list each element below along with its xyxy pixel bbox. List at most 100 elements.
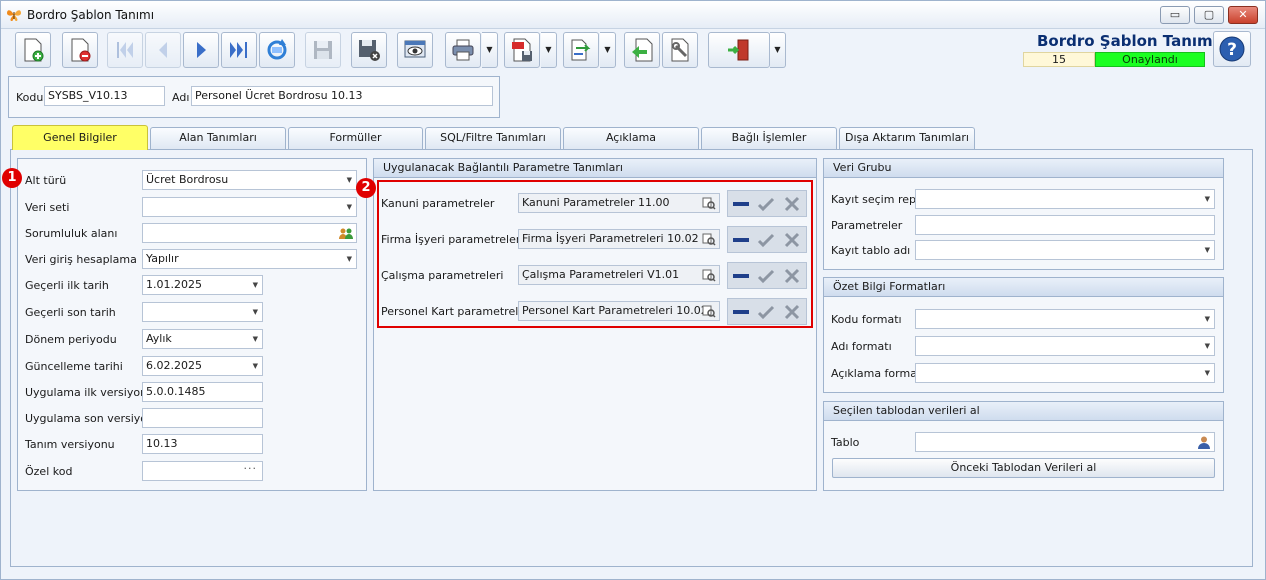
- back-icon: [632, 38, 653, 62]
- cancel-button[interactable]: [782, 266, 802, 286]
- user-icon[interactable]: [1197, 435, 1211, 449]
- cancel-button[interactable]: [782, 302, 802, 322]
- discard-save-icon: [359, 40, 380, 61]
- tab-sql-filtre[interactable]: SQL/Filtre Tanımları: [425, 127, 561, 149]
- import-export-button[interactable]: [563, 32, 599, 68]
- kodu-formati-select[interactable]: ▼: [915, 309, 1215, 329]
- param-field-kanuni[interactable]: Kanuni Parametreler 11.00: [518, 193, 720, 213]
- cancel-button[interactable]: [782, 194, 802, 214]
- users-icon[interactable]: [339, 226, 353, 240]
- ozet-title: Özet Bilgi Formatları: [824, 278, 1223, 297]
- tab-bagli-islemler[interactable]: Bağlı İşlemler: [701, 127, 837, 149]
- confirm-button[interactable]: [756, 194, 776, 214]
- remove-button[interactable]: [731, 302, 751, 322]
- tab-formuller[interactable]: Formüller: [288, 127, 423, 149]
- uyg-ilk-field[interactable]: 5.0.0.1485: [142, 382, 263, 402]
- confirm-button[interactable]: [756, 302, 776, 322]
- refresh-button[interactable]: [259, 32, 295, 68]
- ellipsis-icon[interactable]: ···: [244, 462, 258, 478]
- genel-bilgiler-group: Alt türü Ücret Bordrosu ▼ Veri seti ▼ Sor…: [17, 158, 367, 491]
- aciklama-formati-select[interactable]: ▼: [915, 363, 1215, 383]
- param-actions-personel: [727, 298, 807, 325]
- save-button[interactable]: [305, 32, 341, 68]
- lookup-icon[interactable]: [702, 268, 716, 282]
- chevron-down-icon: ▼: [346, 176, 352, 184]
- import-export-dropdown[interactable]: ▼: [600, 32, 616, 68]
- guncelleme-date[interactable]: 6.02.2025 ▼: [142, 356, 263, 376]
- remove-button[interactable]: [731, 194, 751, 214]
- alt-turu-select[interactable]: Ücret Bordrosu ▼: [142, 170, 357, 190]
- status-badge: Onaylandı: [1095, 52, 1205, 67]
- tab-alan-tanimlari[interactable]: Alan Tanımları: [150, 127, 286, 149]
- ozel-kod-field[interactable]: ···: [142, 461, 263, 481]
- kodu-formati-label: Kodu formatı: [831, 313, 902, 326]
- last-record-button[interactable]: [221, 32, 257, 68]
- veri-giris-select[interactable]: Yapılır ▼: [142, 249, 357, 269]
- exit-button[interactable]: [708, 32, 770, 68]
- export-pdf-button[interactable]: [504, 32, 540, 68]
- param-actions-firma: [727, 226, 807, 253]
- new-button[interactable]: [15, 32, 51, 68]
- param-field-firma[interactable]: Firma İşyeri Parametreleri 10.02: [518, 229, 720, 249]
- form-title: Bordro Şablon Tanımı: [1037, 32, 1218, 50]
- x-icon: [784, 268, 800, 284]
- adi-field[interactable]: Personel Ücret Bordrosu 10.13: [191, 86, 493, 106]
- adi-formati-select[interactable]: ▼: [915, 336, 1215, 356]
- remove-button[interactable]: [731, 230, 751, 250]
- exit-dropdown[interactable]: ▼: [770, 32, 786, 68]
- gecerli-ilk-value: 1.01.2025: [146, 278, 202, 291]
- print-dropdown[interactable]: ▼: [482, 32, 498, 68]
- discard-save-button[interactable]: [351, 32, 387, 68]
- close-button[interactable]: ✕: [1228, 6, 1258, 24]
- preview-button[interactable]: [397, 32, 433, 68]
- tab-disa-aktarim[interactable]: Dışa Aktarım Tanımları: [839, 127, 975, 149]
- tools-button[interactable]: [662, 32, 698, 68]
- print-button[interactable]: [445, 32, 481, 68]
- tanim-value: 10.13: [146, 437, 178, 450]
- kayit-secim-select[interactable]: ▼: [915, 189, 1215, 209]
- lookup-icon[interactable]: [702, 196, 716, 210]
- tanim-field[interactable]: 10.13: [142, 434, 263, 454]
- donem-select[interactable]: Aylık ▼: [142, 329, 263, 349]
- veri-seti-select[interactable]: ▼: [142, 197, 357, 217]
- kodu-panel: Kodu SYSBS_V10.13 Adı Personel Ücret Bor…: [8, 76, 500, 118]
- remove-button[interactable]: [731, 266, 751, 286]
- delete-button[interactable]: [62, 32, 98, 68]
- gecerli-ilk-date[interactable]: 1.01.2025 ▼: [142, 275, 263, 295]
- lookup-icon[interactable]: [702, 304, 716, 318]
- parametreler-field[interactable]: [915, 215, 1215, 235]
- gecerli-ilk-label: Geçerli ilk tarih: [25, 279, 109, 292]
- alt-turu-label: Alt türü: [25, 174, 67, 187]
- confirm-button[interactable]: [756, 230, 776, 250]
- kayit-tablo-select[interactable]: ▼: [915, 240, 1215, 260]
- tab-genel-bilgiler[interactable]: Genel Bilgiler: [12, 125, 148, 150]
- first-record-button[interactable]: [107, 32, 143, 68]
- import-export-icon: [571, 39, 591, 61]
- previous-record-button[interactable]: [145, 32, 181, 68]
- uyg-son-field[interactable]: [142, 408, 263, 428]
- tab-aciklama[interactable]: Açıklama: [563, 127, 699, 149]
- lookup-icon[interactable]: [702, 232, 716, 246]
- param-field-personel[interactable]: Personel Kart Parametreleri 10.02: [518, 301, 720, 321]
- param-field-calisma[interactable]: Çalışma Parametreleri V1.01: [518, 265, 720, 285]
- chevron-down-icon: ▼: [346, 255, 352, 263]
- gecerli-son-date[interactable]: ▼: [142, 302, 263, 322]
- ozet-group: Özet Bilgi Formatları Kodu formatı ▼ Adı…: [823, 277, 1224, 393]
- title-bar: Bordro Şablon Tanımı ▭ ▢ ✕: [1, 1, 1265, 29]
- minimize-button[interactable]: ▭: [1160, 6, 1190, 24]
- tablo-field[interactable]: [915, 432, 1215, 452]
- help-button[interactable]: ?: [1213, 31, 1251, 67]
- kodu-field[interactable]: SYSBS_V10.13: [44, 86, 165, 106]
- export-pdf-dropdown[interactable]: ▼: [541, 32, 557, 68]
- next-record-button[interactable]: [183, 32, 219, 68]
- param-value-kanuni: Kanuni Parametreler 11.00: [522, 196, 670, 209]
- confirm-button[interactable]: [756, 266, 776, 286]
- cancel-button[interactable]: [782, 230, 802, 250]
- delete-document-icon: [71, 38, 91, 62]
- sorumluluk-field[interactable]: [142, 223, 357, 243]
- back-button[interactable]: [624, 32, 660, 68]
- check-icon: [757, 269, 775, 284]
- refresh-icon: [267, 39, 287, 60]
- onceki-tablodan-button[interactable]: Önceki Tablodan Verileri al: [832, 458, 1215, 478]
- maximize-button[interactable]: ▢: [1194, 6, 1224, 24]
